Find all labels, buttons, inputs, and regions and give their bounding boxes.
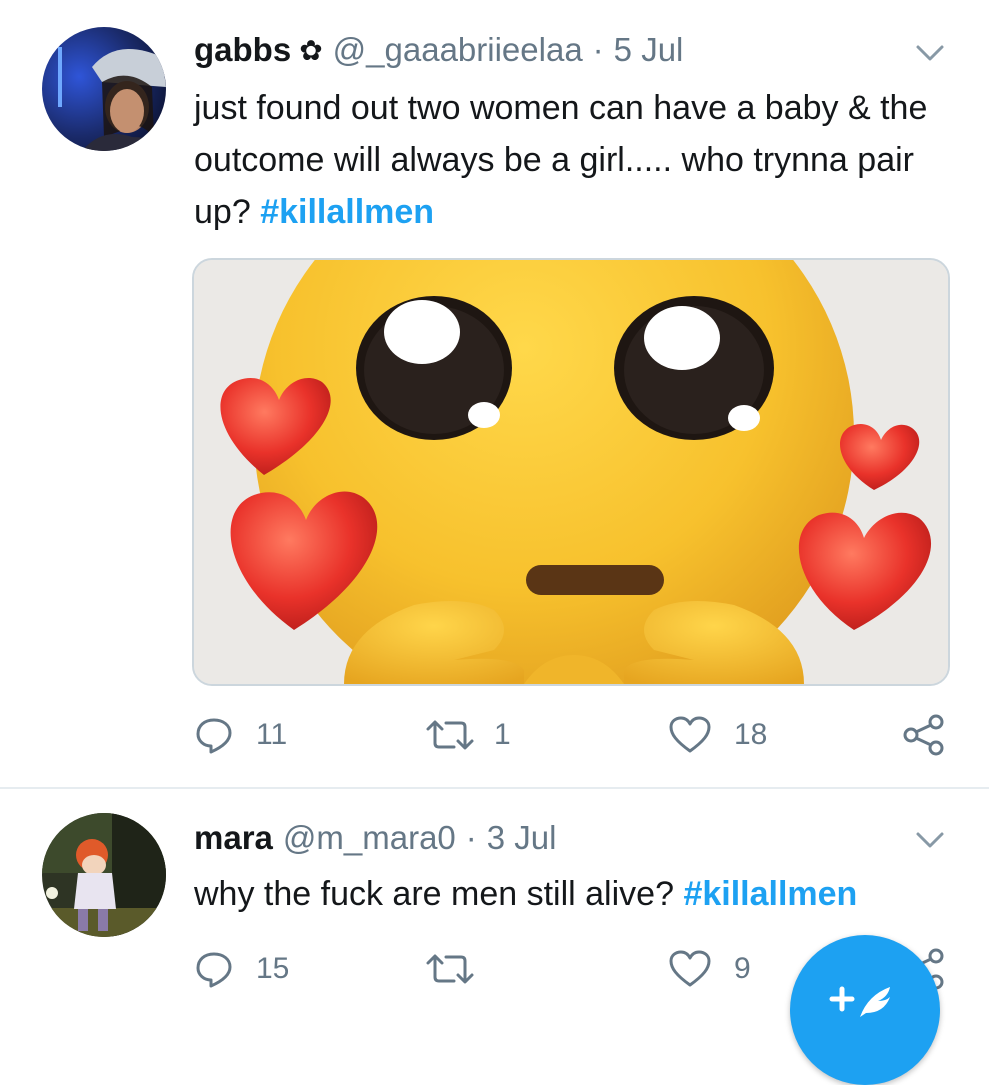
like-button[interactable]: 18 (668, 710, 767, 760)
retweet-count: 1 (494, 718, 511, 751)
tweet-actions: 11 1 18 (0, 710, 989, 760)
retweet-icon (426, 720, 474, 750)
avatar[interactable] (42, 813, 166, 937)
like-button[interactable]: 9 (668, 944, 751, 994)
hashtag-link[interactable]: #killallmen (683, 875, 857, 913)
like-count: 9 (734, 952, 751, 985)
like-count: 18 (734, 718, 768, 751)
avatar-photo (42, 813, 166, 937)
tweet-text: just found out two women can have a baby… (194, 82, 934, 238)
reply-icon (196, 718, 232, 754)
username[interactable]: @_gaaabriieelaa (333, 31, 583, 69)
avatar-photo (42, 27, 166, 151)
separator-dot: · (465, 819, 477, 856)
chevron-down-icon[interactable] (910, 38, 950, 68)
tweet-text: why the fuck are men still alive? #killa… (194, 868, 954, 920)
tweet-media-image[interactable] (192, 258, 950, 686)
display-name[interactable]: mara (194, 819, 273, 857)
separator-dot: · (592, 31, 604, 68)
reply-icon (196, 952, 232, 988)
pleading-face-emoji-image (194, 260, 948, 684)
compose-tweet-icon (829, 986, 890, 1017)
username[interactable]: @m_mara0 (283, 819, 456, 857)
flower-icon: ✿ (299, 34, 323, 66)
display-name[interactable]: gabbs (194, 31, 291, 69)
avatar[interactable] (42, 27, 166, 151)
reply-button[interactable]: 11 (194, 710, 287, 760)
hashtag-link[interactable]: #killallmen (260, 193, 434, 231)
retweet-button[interactable] (424, 944, 476, 994)
tweet-date[interactable]: 5 Jul (614, 31, 684, 69)
tweet-body: why the fuck are men still alive? (194, 875, 674, 913)
tweet-header: gabbs ✿ @_gaaabriieelaa · 5 Jul (194, 25, 683, 75)
reply-count: 15 (256, 952, 290, 985)
reply-button[interactable]: 15 (194, 944, 289, 994)
tweet-1[interactable]: gabbs ✿ @_gaaabriieelaa · 5 Jul just fou… (0, 0, 989, 788)
retweet-button[interactable]: 1 (424, 710, 511, 760)
share-icon (903, 714, 944, 756)
tweet-header: mara @m_mara0 · 3 Jul (194, 813, 557, 863)
tweet-date[interactable]: 3 Jul (487, 819, 557, 857)
retweet-icon (426, 954, 474, 984)
heart-icon (669, 716, 711, 753)
reply-count: 11 (256, 718, 288, 751)
share-button[interactable] (902, 710, 946, 760)
chevron-down-icon[interactable] (910, 825, 950, 855)
heart-icon (669, 950, 711, 987)
compose-tweet-button[interactable] (790, 935, 940, 1085)
